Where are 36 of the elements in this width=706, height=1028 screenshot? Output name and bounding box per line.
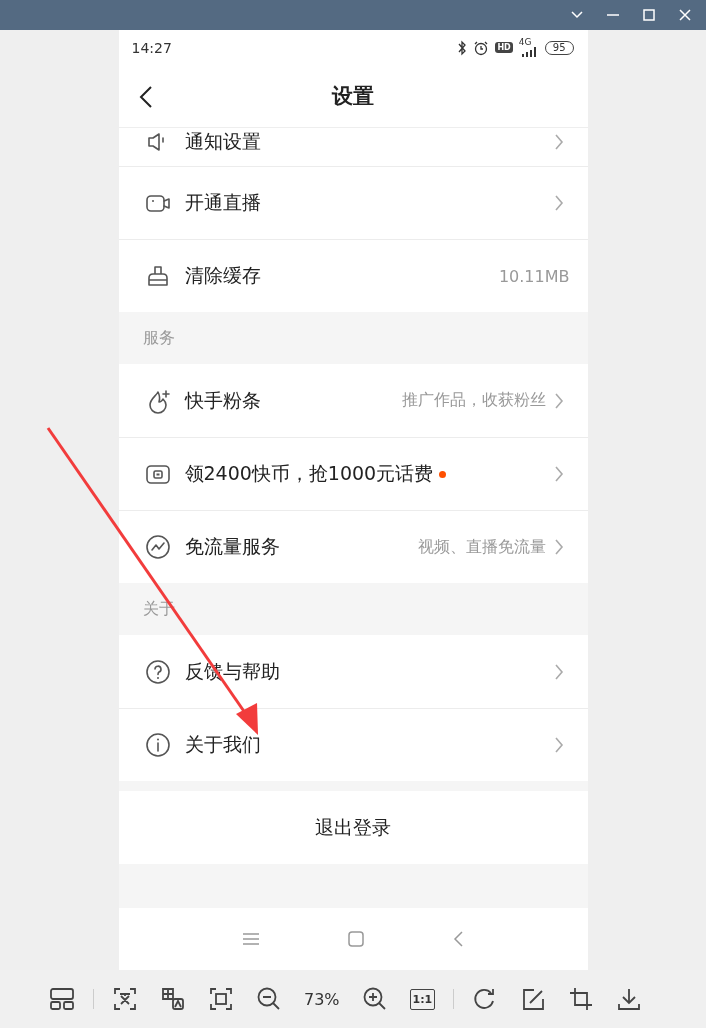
translate-icon[interactable] — [160, 986, 186, 1012]
row-value: 推广作品，收获粉丝 — [401, 390, 546, 411]
logout-button[interactable]: 退出登录 — [118, 791, 588, 864]
page-title: 设置 — [332, 83, 374, 110]
edit-icon[interactable] — [520, 986, 547, 1012]
row-value: 视频、直播免流量 — [417, 536, 546, 558]
home-icon[interactable] — [347, 930, 365, 948]
wave-circle-icon — [144, 534, 171, 560]
crop-icon[interactable] — [568, 986, 595, 1012]
zoom-out-icon[interactable] — [256, 986, 282, 1012]
network-type: 4G — [518, 38, 532, 47]
status-time: 14:27 — [131, 39, 172, 56]
bluetooth-icon — [457, 39, 468, 56]
row-label: 领2400快币，抢1000元话费 — [184, 461, 434, 486]
text-scan-icon[interactable] — [112, 986, 138, 1012]
row-label: 免流量服务 — [184, 534, 280, 559]
download-icon[interactable] — [616, 986, 643, 1012]
row-value: 10.11MB — [498, 266, 570, 286]
row-label: 通知设置 — [184, 128, 261, 154]
alarm-icon — [473, 39, 490, 56]
row-label: 开通直播 — [184, 190, 261, 215]
section-header: 服务 — [142, 327, 175, 349]
layout-icon[interactable] — [49, 986, 75, 1012]
row-label: 关于我们 — [184, 732, 261, 757]
row-label: 快手粉条 — [184, 387, 261, 413]
info-icon — [144, 732, 171, 758]
back-icon[interactable] — [138, 85, 153, 109]
row-label: 清除缓存 — [184, 263, 261, 288]
maximize-icon[interactable] — [642, 8, 656, 22]
hd-badge: HD — [495, 42, 513, 53]
help-icon — [144, 658, 171, 685]
actual-size-button[interactable]: 1:1 — [409, 988, 436, 1010]
zoom-level: 73% — [304, 989, 340, 1009]
zoom-in-icon[interactable] — [361, 986, 388, 1012]
close-icon[interactable] — [678, 8, 692, 22]
fit-screen-icon[interactable] — [208, 986, 234, 1012]
